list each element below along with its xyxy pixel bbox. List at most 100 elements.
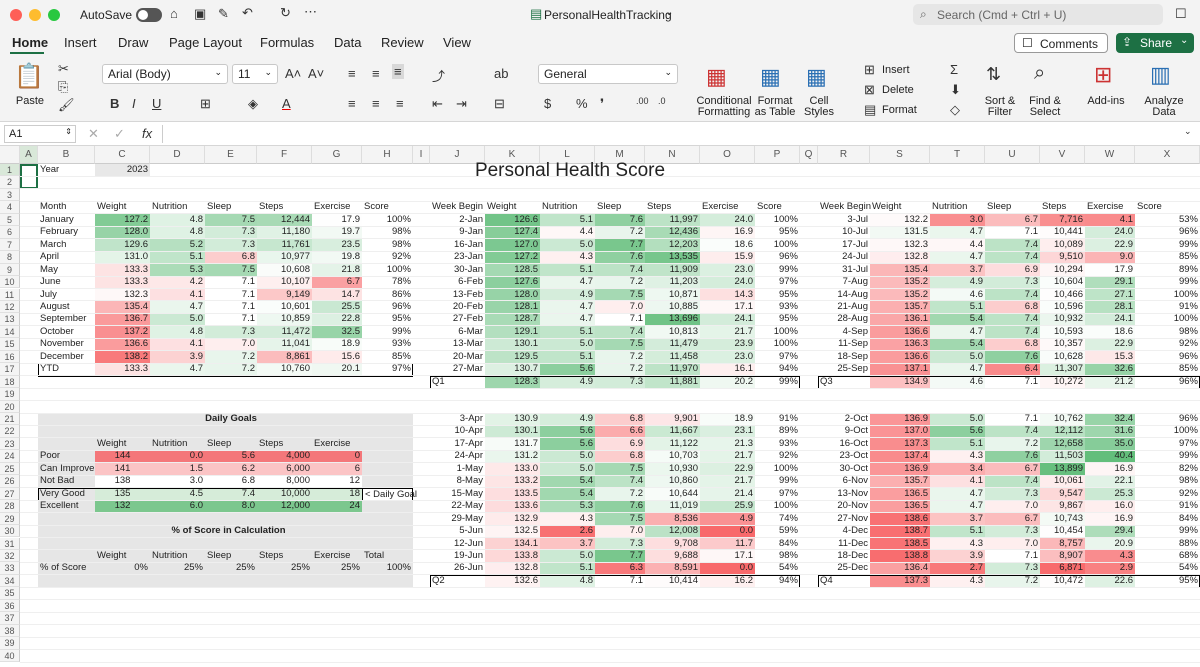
data-cell[interactable]: 2.7 [930,562,985,575]
row-label[interactable]: 18-Dec [818,550,870,562]
comma-icon[interactable]: ❜ [600,96,604,112]
data-cell[interactable]: 7.7 [595,238,645,252]
data-cell[interactable]: 14.7 [312,288,362,301]
data-cell[interactable]: 126.6 [485,213,540,227]
data-cell[interactable]: 6.8 [985,338,1040,351]
row-header[interactable]: 28 [0,500,20,513]
data-cell[interactable]: 92% [1135,488,1200,500]
data-cell[interactable]: 22.9 [1085,338,1135,351]
orientation-icon[interactable]: ⤴ [432,66,445,85]
data-cell[interactable]: 9,867 [1040,500,1085,513]
data-cell[interactable]: 17.9 [1085,263,1135,277]
decrease-font-icon[interactable]: A˅ [308,66,324,81]
add-ins-icon[interactable]: ⊞ [1094,62,1112,88]
data-cell[interactable]: 10,871 [645,288,700,301]
format-cells-icon[interactable]: ▤ [864,102,876,118]
row-header[interactable]: 14 [0,325,20,339]
data-cell[interactable]: 10,441 [1040,226,1085,239]
pct-cell[interactable]: 25% [150,562,205,574]
row-label[interactable]: 2-Jan [430,214,485,226]
data-cell[interactable]: 11,503 [1040,450,1085,463]
goal-cell[interactable]: 6.0 [150,500,205,513]
data-cell[interactable]: 7.5 [595,338,645,351]
decrease-decimal-icon[interactable]: .0 [658,96,666,106]
data-cell[interactable]: 11,479 [645,338,700,351]
data-cell[interactable]: 53% [1135,214,1200,226]
data-cell[interactable]: 91% [1135,301,1200,313]
data-cell[interactable]: 5.1 [150,251,205,264]
redo-icon[interactable]: ↻ [280,5,291,21]
data-cell[interactable]: 95% [755,226,800,238]
data-cell[interactable]: 132.8 [485,562,540,575]
data-cell[interactable]: 130.9 [485,413,540,426]
tab-draw[interactable]: Draw [118,35,148,50]
data-cell[interactable]: 133.3 [95,263,150,277]
data-cell[interactable]: 138.8 [870,549,930,563]
data-cell[interactable]: 7.6 [985,450,1040,463]
data-cell[interactable]: 5.1 [540,263,595,277]
data-cell[interactable]: 10,596 [1040,300,1085,314]
data-cell[interactable]: 10,089 [1040,238,1085,252]
goal-label[interactable]: Can Improve [38,463,95,475]
data-cell[interactable]: 5.6 [930,425,985,438]
goal-cell[interactable]: 0 [312,450,362,463]
data-cell[interactable]: 133.3 [95,276,150,289]
row-label[interactable]: 15-May [430,488,485,500]
merge-center-icon[interactable]: ⊟ [494,96,505,112]
data-cell[interactable]: 6.4 [985,363,1040,376]
data-cell[interactable]: 89% [1135,264,1200,276]
data-cell[interactable]: 7.6 [595,500,645,513]
row-label[interactable]: May [38,264,95,276]
row-label[interactable]: 27-Mar [430,363,485,375]
data-cell[interactable]: 9,510 [1040,251,1085,264]
row-label[interactable]: 13-Nov [818,488,870,500]
row-header[interactable]: 7 [0,238,20,252]
data-cell[interactable]: 6.8 [595,450,645,463]
row-header[interactable]: 22 [0,425,20,438]
data-cell[interactable]: 4.6 [930,288,985,301]
data-cell[interactable]: 11,458 [645,350,700,364]
data-cell[interactable]: 7.3 [985,525,1040,538]
data-cell[interactable]: 4.7 [930,487,985,501]
data-cell[interactable]: 10,813 [645,325,700,339]
data-cell[interactable]: 100% [1135,425,1200,437]
data-cell[interactable]: 6.7 [985,213,1040,227]
data-cell[interactable]: 100% [755,326,800,338]
data-cell[interactable]: 7.0 [985,537,1040,550]
data-cell[interactable]: 100% [755,338,800,350]
data-cell[interactable]: 15.9 [700,251,755,264]
data-cell[interactable]: 13,696 [645,313,700,326]
data-cell[interactable]: 85% [1135,363,1200,375]
column-label[interactable]: Nutrition [540,201,595,213]
pct-header[interactable]: Exercise [312,550,362,562]
row-label[interactable]: 13-Feb [430,289,485,301]
goal-label[interactable]: Excellent [38,500,95,512]
goal-cell[interactable]: 6.2 [205,462,257,476]
data-cell[interactable]: 7.6 [595,251,645,264]
data-cell[interactable]: 11,472 [257,325,312,339]
data-cell[interactable]: 95% [755,289,800,301]
data-cell[interactable]: 89% [755,425,800,437]
data-cell[interactable]: 10,357 [1040,338,1085,351]
data-cell[interactable]: 4.8 [150,325,205,339]
row-label[interactable]: 3-Jul [818,214,870,226]
data-cell[interactable]: 84% [755,538,800,550]
data-cell[interactable]: 5.6 [540,363,595,376]
data-cell[interactable]: 5.4 [930,313,985,326]
data-cell[interactable]: 22.8 [312,313,362,326]
data-cell[interactable]: 82% [1135,463,1200,475]
data-cell[interactable]: 5.0 [930,413,985,426]
pct-cell[interactable]: 25% [257,562,312,574]
column-label[interactable]: Score [1135,201,1200,213]
data-cell[interactable]: 9,901 [645,413,700,426]
data-cell[interactable]: 21.7 [700,450,755,463]
data-cell[interactable]: 5.1 [930,525,985,538]
data-cell[interactable]: 8,907 [1040,549,1085,563]
data-cell[interactable]: 132.2 [870,213,930,227]
data-cell[interactable]: 12,444 [257,213,312,227]
pct-cell[interactable]: % of Score [38,562,95,574]
align-center-icon[interactable]: ≡ [372,96,380,111]
goal-cell[interactable]: 12 [312,475,362,488]
data-cell[interactable]: 131.5 [870,226,930,239]
data-cell[interactable]: 5.4 [930,338,985,351]
